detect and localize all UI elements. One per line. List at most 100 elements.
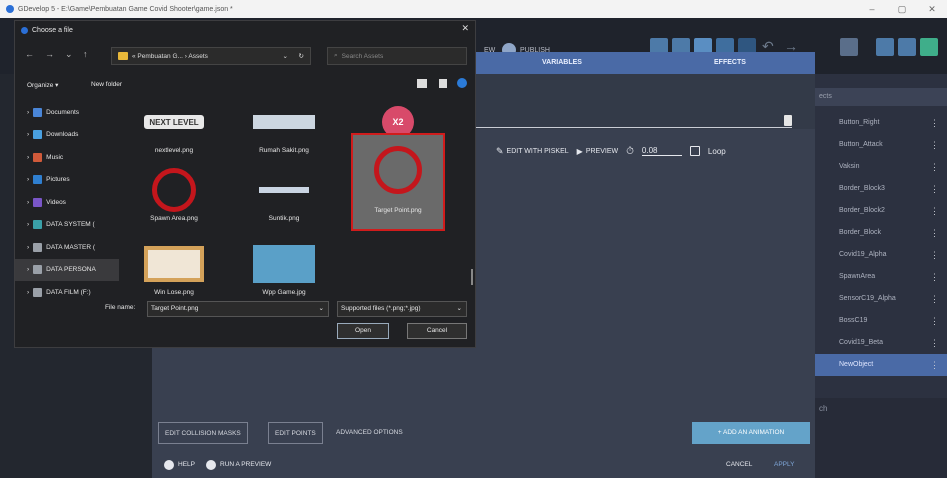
expand-chevron-icon[interactable]: › <box>27 266 29 273</box>
loop-checkbox[interactable] <box>689 146 700 156</box>
frame-time-input[interactable]: 0.08 <box>641 146 682 156</box>
object-list-item[interactable]: Button_Attack ⋮ <box>815 134 947 156</box>
object-menu-icon[interactable]: ⋮ <box>930 266 939 288</box>
tab-effects[interactable]: EFFECTS <box>714 52 746 74</box>
expand-chevron-icon[interactable]: › <box>27 109 29 116</box>
object-menu-icon[interactable]: ⋮ <box>930 112 939 134</box>
add-animation-button[interactable]: + ADD AN ANIMATION <box>692 422 810 444</box>
object-menu-icon[interactable]: ⋮ <box>930 244 939 266</box>
sidebar-item[interactable]: › DATA PERSONA <box>15 258 119 281</box>
file-grid-scrollbar[interactable] <box>471 269 473 285</box>
up-arrow-icon[interactable]: ↑ <box>83 49 88 59</box>
help-button[interactable]: HELP <box>164 456 195 474</box>
object-list-item[interactable]: NewObject ⋮ <box>815 354 947 376</box>
apply-button[interactable]: APPLY <box>774 456 794 474</box>
file-item[interactable]: Wpp Game.jpg <box>239 241 329 309</box>
object-menu-icon[interactable]: ⋮ <box>930 134 939 156</box>
file-item[interactable]: Rumah Sakit.png <box>239 99 329 167</box>
object-list-item[interactable]: SpawnArea ⋮ <box>815 266 947 288</box>
preview-animation-button[interactable]: ▶ PREVIEW <box>577 147 618 156</box>
settings-icon[interactable] <box>920 38 938 56</box>
object-menu-icon[interactable]: ⋮ <box>930 310 939 332</box>
view-options-icon[interactable] <box>417 79 427 88</box>
expand-chevron-icon[interactable]: › <box>27 176 29 183</box>
object-list-item[interactable]: SensorC19_Alpha ⋮ <box>815 288 947 310</box>
file-item[interactable]: Suntik.png <box>239 167 329 235</box>
sidebar-item[interactable]: › Pictures <box>15 169 119 191</box>
search-input[interactable]: ⌕ Search Assets <box>327 47 467 65</box>
file-dialog-close-icon[interactable]: ✕ <box>461 23 469 34</box>
file-type-dropdown-icon[interactable]: ⌄ <box>457 302 462 316</box>
cancel-button[interactable]: CANCEL <box>726 456 752 474</box>
object-list-item[interactable]: Border_Block ⋮ <box>815 222 947 244</box>
object-name: SensorC19_Alpha <box>839 295 896 302</box>
tab-variables[interactable]: VARIABLES <box>542 52 582 74</box>
maximize-button[interactable]: ▢ <box>887 0 917 18</box>
edit-points-button[interactable]: EDIT POINTS <box>268 422 323 444</box>
grid-icon[interactable] <box>876 38 894 56</box>
object-list-item[interactable]: BossC19 ⋮ <box>815 310 947 332</box>
object-menu-icon[interactable]: ⋮ <box>930 288 939 310</box>
address-dropdown-icon[interactable]: ⌄ <box>283 52 288 60</box>
sidebar-item[interactable]: › DATA MASTER ( <box>15 236 119 258</box>
object-list-item[interactable]: Button_Right ⋮ <box>815 112 947 134</box>
file-type-select[interactable]: Supported files (*.png;*.jpg) ⌄ <box>337 301 467 317</box>
run-preview-button[interactable]: RUN A PREVIEW <box>206 456 271 474</box>
delete-animation-icon[interactable] <box>784 115 792 126</box>
object-name: Covid19_Beta <box>839 339 883 346</box>
sidebar-item[interactable]: › DATA FILM (F:) <box>15 281 119 303</box>
object-menu-icon[interactable]: ⋮ <box>930 178 939 200</box>
address-bar[interactable]: « Pembuatan G... › Assets ⌄ ↻ <box>111 47 311 65</box>
open-button[interactable]: Open <box>337 323 389 339</box>
file-item[interactable]: Spawn Area.png <box>129 167 219 235</box>
refresh-icon[interactable]: ↻ <box>299 52 304 60</box>
preview-pane-icon[interactable] <box>439 79 447 88</box>
sidebar-item[interactable]: › Downloads <box>15 124 119 146</box>
file-item[interactable]: Win Lose.png <box>129 241 219 309</box>
expand-chevron-icon[interactable]: › <box>27 221 29 228</box>
file-dialog-navbar: ← → ⌄ ↑ « Pembuatan G... › Assets ⌄ ↻ ⌕ … <box>15 43 475 69</box>
sidebar-item[interactable]: › Videos <box>15 191 119 213</box>
edit-collision-masks-button[interactable]: EDIT COLLISION MASKS <box>158 422 248 444</box>
sidebar-item[interactable]: › Documents <box>15 101 119 123</box>
file-name-dropdown-icon[interactable]: ⌄ <box>319 302 324 316</box>
back-arrow-icon[interactable]: ← <box>25 49 34 59</box>
forward-arrow-icon[interactable]: → <box>45 49 54 59</box>
object-menu-icon[interactable]: ⋮ <box>930 156 939 178</box>
object-menu-icon[interactable]: ⋮ <box>930 222 939 244</box>
advanced-options-button[interactable]: ADVANCED OPTIONS <box>336 422 403 444</box>
object-list-item[interactable]: Vaksin ⋮ <box>815 156 947 178</box>
run-preview-icon <box>206 460 216 470</box>
thumbnail-image: X2 <box>382 106 414 138</box>
app-titlebar: GDevelop 5 - E:\Game\Pembuatan Game Covi… <box>0 0 947 18</box>
help-circle-icon[interactable] <box>457 78 467 88</box>
object-menu-icon[interactable]: ⋮ <box>930 354 939 376</box>
expand-chevron-icon[interactable]: › <box>27 199 29 206</box>
recent-chevron-icon[interactable]: ⌄ <box>65 49 73 60</box>
new-folder-button[interactable]: New folder <box>91 81 122 88</box>
object-name: Border_Block <box>839 229 882 236</box>
sidebar-item[interactable]: › DATA SYSTEM ( <box>15 214 119 236</box>
file-item[interactable]: Target Point.png <box>351 133 445 231</box>
zoom-icon[interactable] <box>898 38 916 56</box>
organize-menu[interactable]: Organize ▾ <box>27 81 58 89</box>
object-menu-icon[interactable]: ⋮ <box>930 200 939 222</box>
expand-chevron-icon[interactable]: › <box>27 131 29 138</box>
expand-chevron-icon[interactable]: › <box>27 154 29 161</box>
instances-icon[interactable] <box>840 38 858 56</box>
expand-chevron-icon[interactable]: › <box>27 244 29 251</box>
file-name-input[interactable]: Target Point.png ⌄ <box>147 301 329 317</box>
object-list-item[interactable]: Covid19_Beta ⋮ <box>815 332 947 354</box>
edit-with-piskel-button[interactable]: ✎ EDIT WITH PISKEL <box>496 146 569 157</box>
sidebar-item-label: Music <box>46 153 64 161</box>
close-window-button[interactable]: ✕ <box>917 0 947 18</box>
object-menu-icon[interactable]: ⋮ <box>930 332 939 354</box>
file-item[interactable]: NEXT LEVEL nextlevel.png <box>129 99 219 167</box>
expand-chevron-icon[interactable]: › <box>27 289 29 296</box>
minimize-button[interactable]: – <box>857 0 887 18</box>
object-list-item[interactable]: Border_Block3 ⋮ <box>815 178 947 200</box>
object-list-item[interactable]: Covid19_Alpha ⋮ <box>815 244 947 266</box>
sidebar-item[interactable]: › Music <box>15 146 119 168</box>
object-list-item[interactable]: Border_Block2 ⋮ <box>815 200 947 222</box>
cancel-dialog-button[interactable]: Cancel <box>407 323 467 339</box>
